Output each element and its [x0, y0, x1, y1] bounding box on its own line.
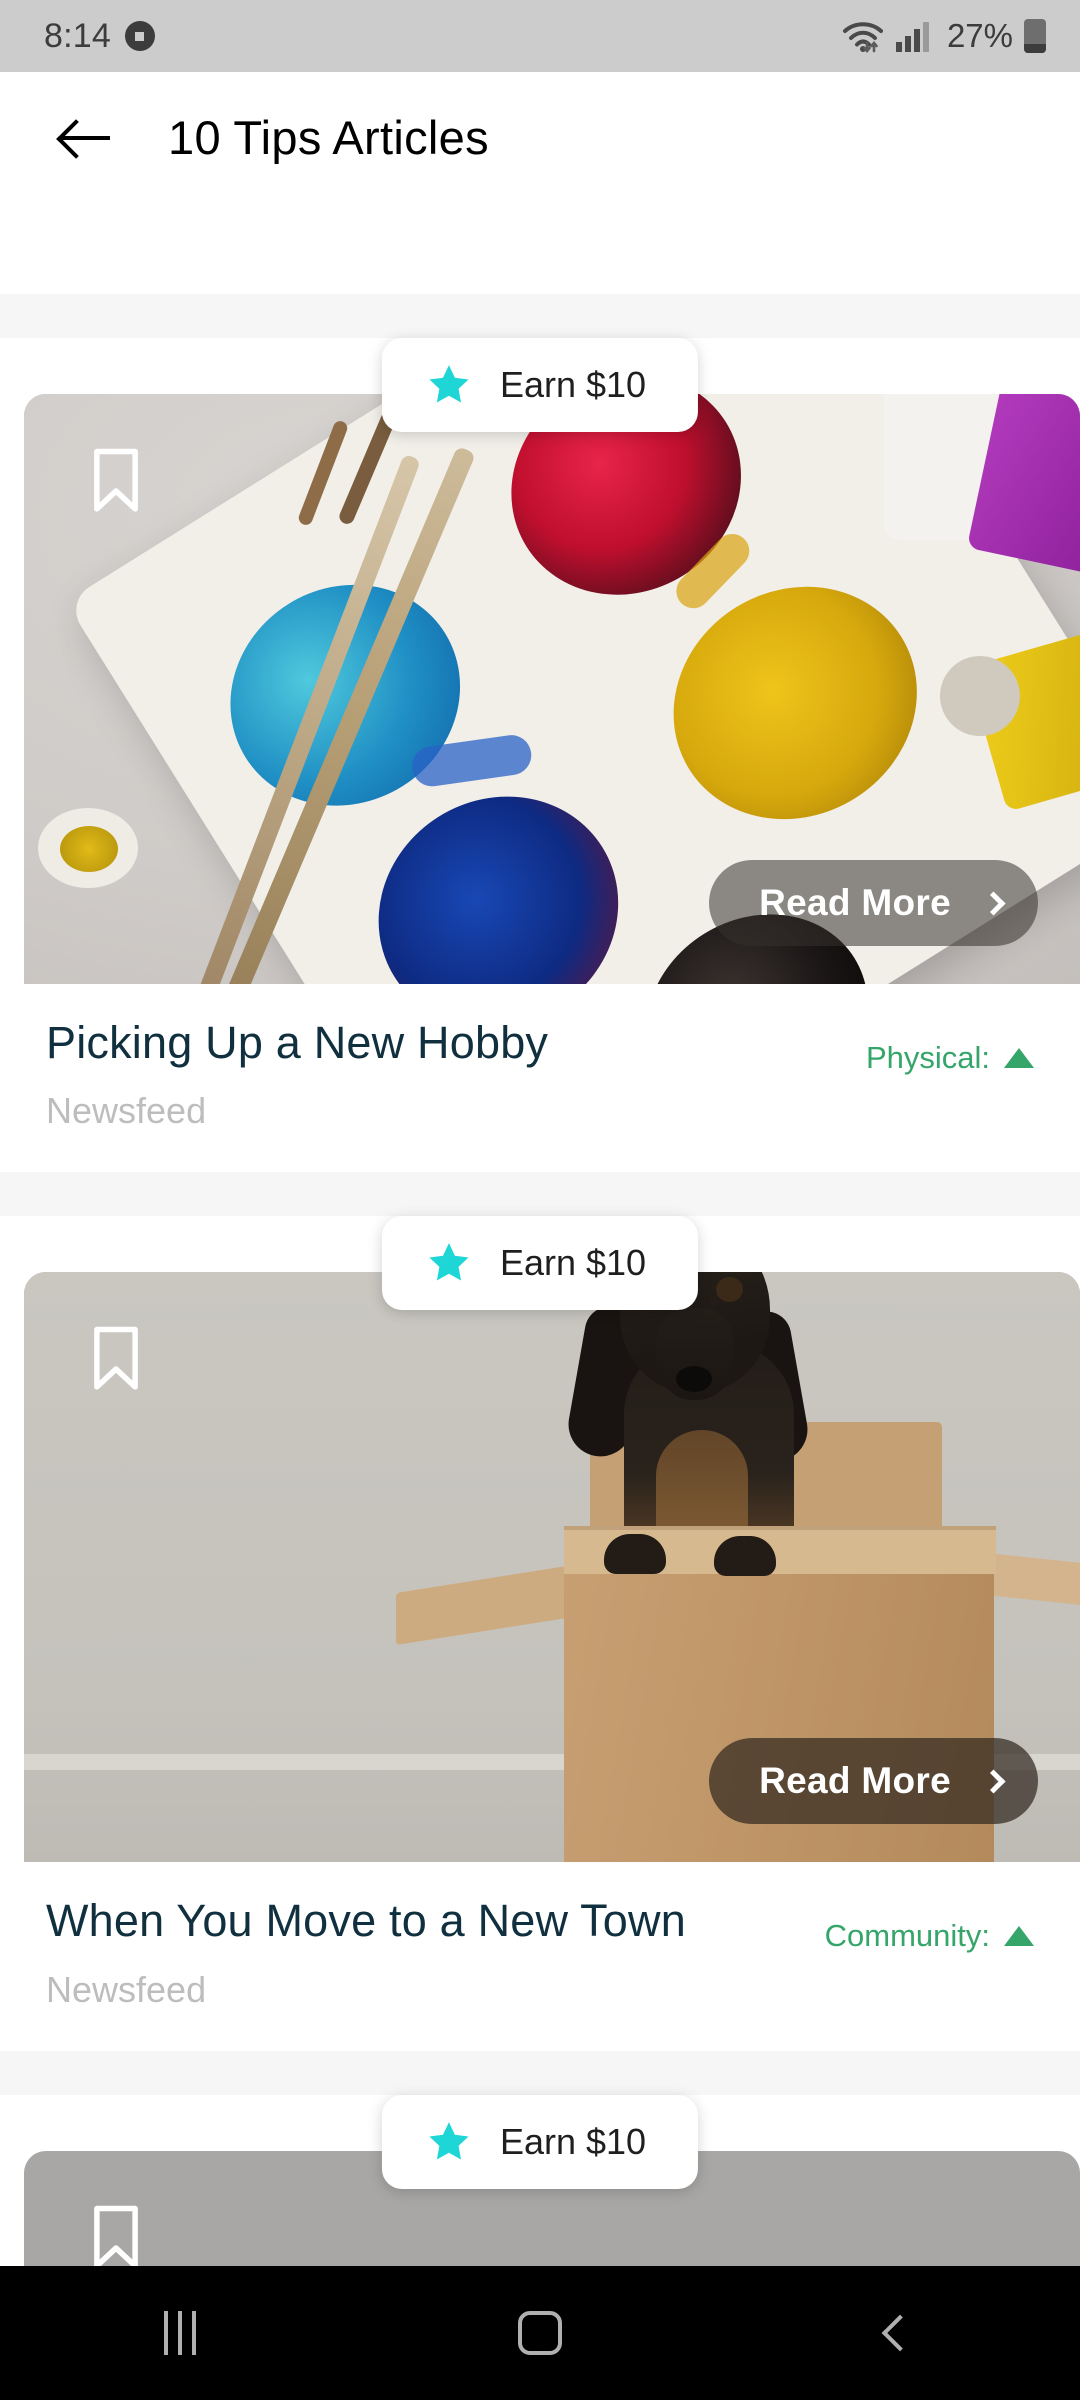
article-source: Newsfeed [46, 1968, 207, 2010]
triangle-up-icon [1004, 1048, 1034, 1068]
article-tag: Community: [825, 1896, 1034, 1954]
star-icon [429, 365, 469, 403]
article-meta-left: Picking Up a New Hobby Newsfeed [46, 1017, 866, 1132]
clipped-card-source: Newsfeed [46, 202, 206, 210]
app-bar: 10 Tips Articles [0, 72, 1080, 202]
article-tag-label: Physical: [865, 1040, 990, 1075]
article-card[interactable]: Earn $10 [0, 2094, 1080, 2266]
article-card[interactable]: Earn $10 [0, 338, 1080, 1173]
star-icon [429, 1243, 469, 1281]
status-bar: 8:14 27% [0, 0, 1080, 72]
earn-badge-label: Earn $10 [499, 364, 647, 405]
phone-screen: 8:14 27% 10 Tips Articles Earn $10 Read … [0, 0, 1080, 2400]
article-meta: When You Move to a New Town Newsfeed Com… [0, 1862, 1080, 2050]
arrow-left-icon[interactable] [62, 117, 110, 157]
earn-badge[interactable]: Earn $10 [381, 338, 699, 432]
article-title[interactable]: Picking Up a New Hobby [46, 1017, 866, 1068]
read-more-label: Read More [759, 882, 951, 923]
earn-badge[interactable]: Earn $10 [381, 1216, 699, 1311]
chevron-right-icon [981, 890, 1006, 916]
clipped-card-meta: Newsfeed [0, 202, 1080, 294]
wifi-icon [842, 22, 883, 54]
read-more-button[interactable]: Read More [709, 860, 1038, 946]
article-list[interactable]: Newsfeed Earn $10 [0, 202, 1080, 2266]
section-divider [0, 294, 1080, 338]
article-tag-label: Community: [824, 1918, 990, 1954]
article-image[interactable]: Read More [24, 394, 1080, 984]
cellular-signal-icon [895, 22, 929, 52]
status-bar-left: 8:14 [44, 17, 155, 56]
earn-badge[interactable]: Earn $10 [381, 2094, 699, 2189]
status-bar-clock: 8:14 [44, 16, 111, 55]
android-nav-bar [0, 2266, 1080, 2400]
record-circle-icon [124, 21, 155, 51]
battery-percent-label: 27% [946, 17, 1013, 54]
star-icon [429, 2121, 469, 2160]
read-more-button[interactable]: Read More [709, 1738, 1038, 1825]
triangle-up-icon [1004, 1926, 1034, 1947]
recents-icon[interactable] [120, 2288, 240, 2378]
section-divider [0, 2050, 1080, 2095]
status-bar-right: 27% [841, 17, 1046, 55]
article-meta: Picking Up a New Hobby Newsfeed Physical… [0, 984, 1080, 1172]
article-card[interactable]: Earn $10 [0, 1216, 1080, 2051]
article-meta-left: When You Move to a New Town Newsfeed [46, 1895, 825, 2010]
home-icon[interactable] [480, 2288, 600, 2378]
read-more-label: Read More [759, 1760, 951, 1802]
article-title[interactable]: When You Move to a New Town [46, 1895, 825, 1946]
section-divider [0, 1172, 1080, 1217]
article-source: Newsfeed [46, 1090, 207, 1132]
bookmark-icon[interactable] [90, 2203, 142, 2266]
earn-badge-label: Earn $10 [499, 2120, 647, 2162]
article-tag: Physical: [866, 1018, 1034, 1076]
bookmark-icon[interactable] [90, 446, 142, 514]
earn-badge-label: Earn $10 [499, 1242, 647, 1284]
page-title: 10 Tips Articles [168, 110, 489, 164]
back-chevron-icon[interactable] [840, 2288, 960, 2378]
battery-icon [1024, 19, 1046, 53]
article-image[interactable]: Read More [24, 1272, 1080, 1863]
chevron-right-icon [981, 1769, 1006, 1794]
bookmark-icon[interactable] [90, 1324, 142, 1392]
